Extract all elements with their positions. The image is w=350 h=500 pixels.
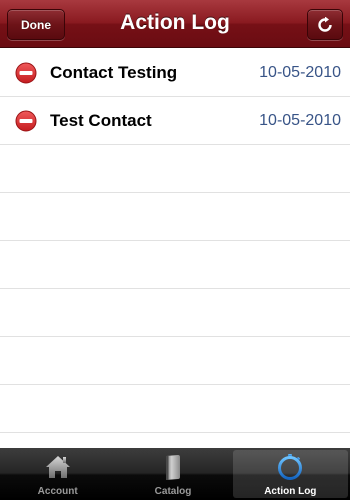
done-button-label: Done: [21, 17, 51, 32]
empty-row: [0, 433, 350, 448]
tab-label: Catalog: [154, 486, 192, 497]
tab-account[interactable]: Account: [0, 448, 115, 500]
navigation-bar: Done Action Log: [0, 0, 350, 48]
row-title: Test Contact: [50, 111, 152, 130]
empty-row: [0, 289, 350, 337]
row-date: 10-05-2010: [259, 64, 341, 81]
page-title: Action Log: [120, 11, 230, 34]
list-item[interactable]: Test Contact 10-05-2010: [0, 97, 350, 145]
empty-row: [0, 193, 350, 241]
list-item[interactable]: Contact Testing 10-05-2010: [0, 49, 350, 97]
minus-circle-icon[interactable]: [15, 110, 37, 132]
home-icon: [45, 456, 70, 478]
tab-action-log[interactable]: Action Log: [232, 450, 348, 498]
refresh-icon: [318, 16, 332, 32]
empty-row: [0, 385, 350, 433]
done-button[interactable]: Done: [7, 9, 65, 40]
empty-row: [0, 337, 350, 385]
row-title: Contact Testing: [50, 63, 178, 82]
row-date: 10-05-2010: [259, 112, 341, 129]
refresh-button[interactable]: [307, 9, 343, 40]
minus-circle-icon[interactable]: [15, 62, 37, 84]
tab-label: Action Log: [264, 486, 317, 497]
tab-bar: Account Catalog Action Log: [0, 448, 350, 500]
empty-row: [0, 241, 350, 289]
tab-catalog[interactable]: Catalog: [115, 448, 230, 500]
tab-label: Account: [37, 486, 78, 497]
empty-row: [0, 145, 350, 193]
action-log-list: Contact Testing 10-05-2010 Test Contact …: [0, 49, 350, 448]
book-icon: [165, 455, 180, 480]
stopwatch-icon: [278, 454, 303, 480]
